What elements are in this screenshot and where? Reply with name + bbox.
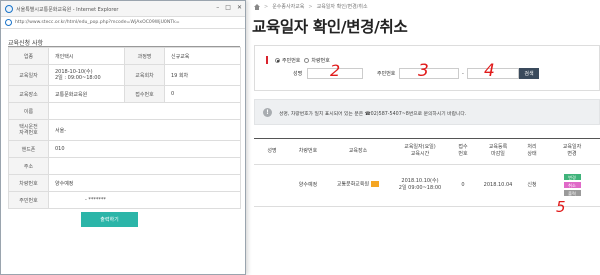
table-row: 이름	[8, 102, 241, 120]
table-row: 주소	[8, 157, 241, 175]
col-header: 교육장소	[326, 139, 390, 165]
info-icon: !	[263, 108, 272, 117]
table-row: 교육일자 2018-10-10(수) 2일 : 09:00~18:00 교육회차 …	[8, 64, 241, 86]
search-type-radios: 주민번호 차량번호	[275, 57, 330, 64]
print-button[interactable]: 출력	[563, 190, 581, 196]
search-button[interactable]: 검색	[519, 68, 539, 79]
print-popup-button[interactable]: 출력하기	[81, 212, 138, 227]
address-bar[interactable]: http://www.stecc.or.kr/html/edu_pop.php?…	[1, 17, 245, 29]
accent-bar	[266, 56, 268, 64]
table-row: 주민번호 - *******	[8, 191, 241, 209]
cancel-button[interactable]: 취소	[563, 182, 581, 188]
rrn-front-input[interactable]	[399, 68, 459, 79]
annotation-5: 5	[556, 198, 566, 216]
popup-info-table: 업종 개인택시 과정명 신규교육 교육일자 2018-10-10(수) 2일 : …	[8, 46, 241, 209]
action-buttons: 변경 취소 출력	[544, 174, 600, 196]
radio-rrn[interactable]: 주민번호	[275, 57, 300, 64]
col-header: 성명	[254, 139, 290, 165]
col-header: 처리 상태	[520, 139, 544, 165]
window-title: 서울특별시교통문화교육원 - Internet Explorer	[16, 7, 119, 13]
close-icon[interactable]: ✕	[237, 4, 242, 11]
cell-place: 교통문화교육원	[326, 164, 390, 207]
table-row: 택시운전 자격번호 서울-	[8, 119, 241, 141]
breadcrumb-item[interactable]: 교육일자 확인/변경/취소	[317, 3, 368, 10]
col-header: 접수 번호	[450, 139, 476, 165]
map-tag-icon[interactable]	[371, 181, 380, 188]
cell-receipt: 0	[450, 164, 476, 207]
table-row: 차량번호 양수예정	[8, 174, 241, 192]
cell-name	[254, 164, 290, 207]
cell-actions: 변경 취소 출력	[544, 164, 600, 207]
table-row: 양수예정 교통문화교육원 2018.10.10(수) 2일 09:00~18:00…	[254, 164, 600, 207]
change-button[interactable]: 변경	[563, 174, 581, 180]
cell-date: 2018.10.10(수) 2일 09:00~18:00	[390, 164, 450, 207]
rrn-separator: -	[462, 70, 464, 77]
results-table: 성명 차량번호 교육장소 교육일자(요일) 교육시간 접수 번호 교육등록 마감일 처…	[254, 138, 600, 207]
page-title: 교육일자 확인/변경/취소	[252, 18, 408, 36]
table-row: 업종 개인택시 과정명 신규교육	[8, 47, 241, 65]
cell-deadline: 2018.10.04	[476, 164, 520, 207]
cell-vehicle: 양수예정	[290, 164, 326, 207]
notice-box: ! 성명, 차량번호가 일치 표시되어 있는 분은 ☎02)587-5407~8…	[254, 99, 600, 125]
col-header: 차량번호	[290, 139, 326, 165]
popup-window: 서울특별시교통문화교육원 - Internet Explorer – □ ✕ h…	[0, 0, 246, 275]
ie-icon	[5, 5, 13, 13]
col-header: 교육일자 변경	[544, 139, 600, 165]
radio-dot-icon[interactable]	[304, 58, 310, 63]
breadcrumb: > 운수종사자교육 > 교육일자 확인/변경/취소	[254, 3, 368, 10]
name-label: 성명	[293, 71, 303, 77]
table-row: 핸드폰 010	[8, 140, 241, 158]
col-header: 교육일자(요일) 교육시간	[390, 139, 450, 165]
ie-icon	[5, 19, 12, 26]
annotation-4: 4	[484, 61, 495, 81]
maximize-icon[interactable]: □	[225, 4, 231, 11]
annotation-3: 3	[418, 61, 429, 81]
radio-dot-icon[interactable]	[275, 58, 280, 63]
window-controls: – □ ✕	[216, 4, 242, 11]
breadcrumb-item[interactable]: 운수종사자교육	[272, 3, 304, 10]
notice-text: 성명, 차량번호가 일치 표시되어 있는 분은 ☎02)587-5407~8번으…	[279, 112, 467, 117]
cell-status: 신청	[520, 164, 544, 207]
window-titlebar[interactable]: 서울특별시교통문화교육원 - Internet Explorer – □ ✕	[1, 1, 245, 17]
rrn-label: 주민번호	[377, 71, 396, 77]
radio-vehicle[interactable]: 차량번호	[304, 57, 330, 64]
minimize-icon[interactable]: –	[216, 4, 219, 11]
table-row: 교육장소 교통문화교육원 접수번호 0	[8, 85, 241, 103]
home-icon[interactable]	[254, 3, 260, 10]
address-url[interactable]: http://www.stecc.or.kr/html/edu_pop.php?…	[15, 20, 180, 25]
table-header-row: 성명 차량번호 교육장소 교육일자(요일) 교육시간 접수 번호 교육등록 마감일 처…	[254, 139, 600, 165]
col-header: 교육등록 마감일	[476, 139, 520, 165]
annotation-2: 2	[330, 61, 341, 80]
